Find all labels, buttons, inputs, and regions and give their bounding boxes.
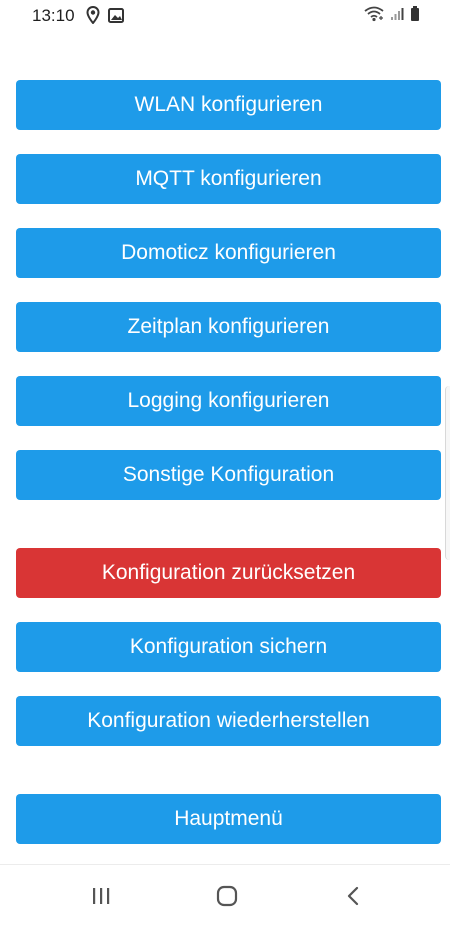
wifi-icon xyxy=(364,6,384,22)
edge-panel-handle[interactable] xyxy=(445,386,450,560)
other-config-button[interactable]: Sonstige Konfiguration xyxy=(16,450,441,500)
status-bar: 13:10 xyxy=(0,0,450,34)
signal-icon xyxy=(390,7,404,21)
status-time: 13:10 xyxy=(32,6,75,25)
backup-config-button[interactable]: Konfiguration sichern xyxy=(16,622,441,672)
wlan-config-button[interactable]: WLAN konfigurieren xyxy=(16,80,441,130)
home-icon[interactable] xyxy=(212,881,242,911)
restore-config-button[interactable]: Konfiguration wiederherstellen xyxy=(16,696,441,746)
back-icon[interactable] xyxy=(338,881,368,911)
schedule-config-button[interactable]: Zeitplan konfigurieren xyxy=(16,302,441,352)
recent-apps-icon[interactable] xyxy=(86,881,116,911)
status-right-icons xyxy=(364,6,420,22)
screen: 13:10 WLAN konfigurieren MQTT konfigurie… xyxy=(0,0,450,925)
main-menu-button[interactable]: Hauptmenü xyxy=(16,794,441,844)
domoticz-config-button[interactable]: Domoticz konfigurieren xyxy=(16,228,441,278)
image-icon xyxy=(108,7,124,23)
status-left-icons xyxy=(86,6,124,24)
navigation-bar xyxy=(0,864,450,925)
mqtt-config-button[interactable]: MQTT konfigurieren xyxy=(16,154,441,204)
battery-icon xyxy=(410,6,420,22)
reset-config-button[interactable]: Konfiguration zurücksetzen xyxy=(16,548,441,598)
logging-config-button[interactable]: Logging konfigurieren xyxy=(16,376,441,426)
location-icon xyxy=(86,6,100,24)
